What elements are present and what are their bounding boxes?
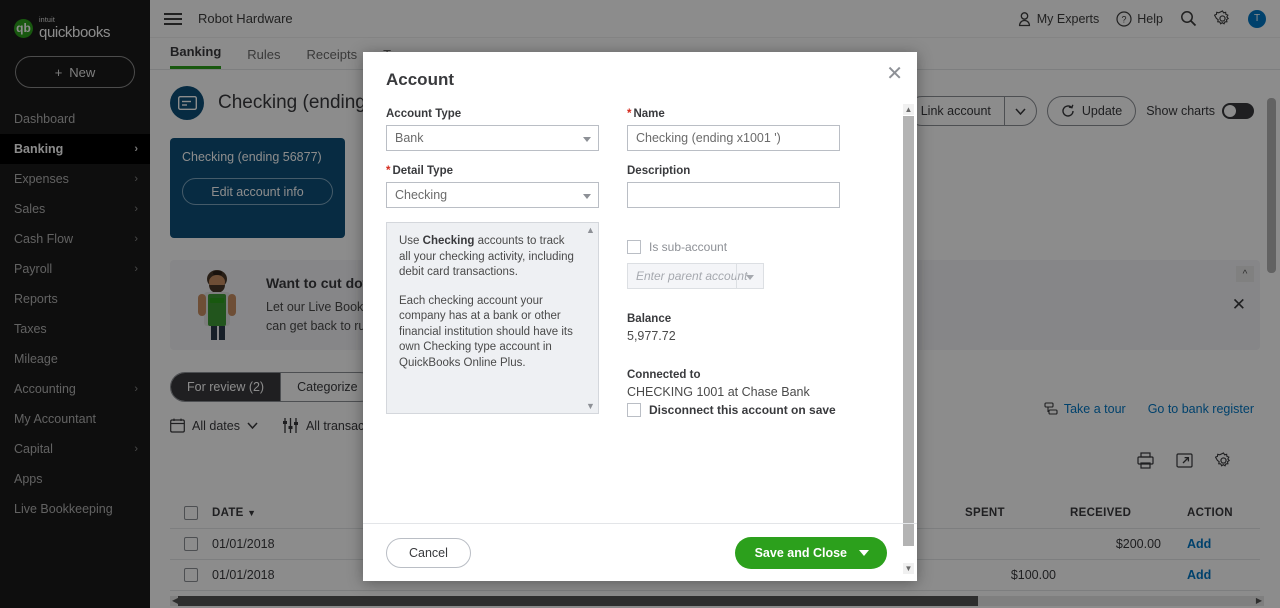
balance-label: Balance	[627, 313, 672, 325]
account-type-field: Account Type Bank	[386, 108, 599, 151]
help-p1-pre: Use	[399, 235, 423, 247]
disconnect-checkbox[interactable]	[627, 403, 641, 417]
chevron-down-icon[interactable]	[859, 549, 869, 556]
detail-type-label: * Detail Type	[386, 165, 599, 177]
name-field: * Name	[627, 108, 840, 151]
modal-right-column: * Name Description Is sub-account	[627, 108, 840, 426]
save-and-close-button[interactable]: Save and Close	[734, 536, 887, 569]
description-label: Description	[627, 165, 840, 177]
cancel-button[interactable]: Cancel	[386, 537, 471, 568]
detail-type-field: * Detail Type Checking	[386, 165, 599, 208]
sub-account-label: Is sub-account	[649, 240, 728, 254]
parent-account-select[interactable]: Enter parent account	[627, 263, 764, 289]
description-input[interactable]	[627, 182, 840, 208]
description-field: Description	[627, 165, 840, 208]
name-label-text: Name	[633, 108, 665, 120]
quickbooks-app: Robot Hardware My Experts ? Help T Banki…	[0, 0, 1280, 608]
modal-body: Account Type Bank * Detail Type Checking…	[363, 90, 917, 426]
description-label-text: Description	[627, 165, 691, 177]
modal-left-column: Account Type Bank * Detail Type Checking…	[386, 108, 599, 426]
help-paragraph-2: Each checking account your company has a…	[399, 294, 573, 369]
detail-type-help: Use Checking accounts to track all your …	[386, 222, 599, 414]
chevron-down-icon	[583, 194, 591, 199]
balance-section: Balance 5,977.72	[627, 313, 840, 343]
account-type-label: Account Type	[386, 108, 599, 120]
name-input[interactable]	[627, 125, 840, 151]
help-scrollbar[interactable]: ▲ ▼	[585, 225, 596, 411]
account-type-select[interactable]: Bank	[386, 125, 599, 151]
chevron-down-icon	[583, 137, 591, 142]
help-paragraph-1: Use Checking accounts to track all your …	[399, 234, 576, 281]
account-type-label-text: Account Type	[386, 108, 462, 120]
parent-account-divider	[736, 264, 737, 288]
name-label: * Name	[627, 108, 840, 120]
scroll-down-icon[interactable]: ▼	[586, 401, 595, 411]
required-marker: *	[627, 108, 632, 120]
sub-account-row[interactable]: Is sub-account	[627, 240, 840, 254]
chevron-down-icon	[746, 275, 754, 280]
close-icon[interactable]: ✕	[886, 64, 903, 84]
help-p1-bold: Checking	[422, 235, 475, 247]
save-and-close-label: Save and Close	[754, 545, 847, 560]
modal-title: Account	[386, 70, 454, 89]
modal-scrollbar-thumb[interactable]	[903, 116, 914, 546]
connected-value: CHECKING 1001 at Chase Bank	[627, 385, 810, 399]
disconnect-row[interactable]: Disconnect this account on save	[627, 403, 840, 417]
account-modal: ✕ Account Account Type Bank * Detail Typ…	[363, 52, 917, 581]
connected-section: Connected to CHECKING 1001 at Chase Bank…	[627, 369, 840, 417]
balance-value: 5,977.72	[627, 329, 676, 343]
parent-account-placeholder: Enter parent account	[636, 269, 748, 283]
scroll-up-icon[interactable]: ▲	[903, 104, 914, 115]
modal-footer: Cancel Save and Close	[363, 523, 917, 581]
disconnect-label: Disconnect this account on save	[649, 403, 836, 417]
detail-type-select[interactable]: Checking	[386, 182, 599, 208]
sub-account-checkbox[interactable]	[627, 240, 641, 254]
modal-scrollbar[interactable]: ▲ ▼	[903, 104, 914, 574]
connected-label: Connected to	[627, 369, 701, 381]
modal-scrollbar-track[interactable]: ▲ ▼	[903, 104, 914, 574]
detail-type-label-text: Detail Type	[392, 165, 453, 177]
scroll-up-icon[interactable]: ▲	[586, 225, 595, 235]
required-marker: *	[386, 165, 391, 177]
